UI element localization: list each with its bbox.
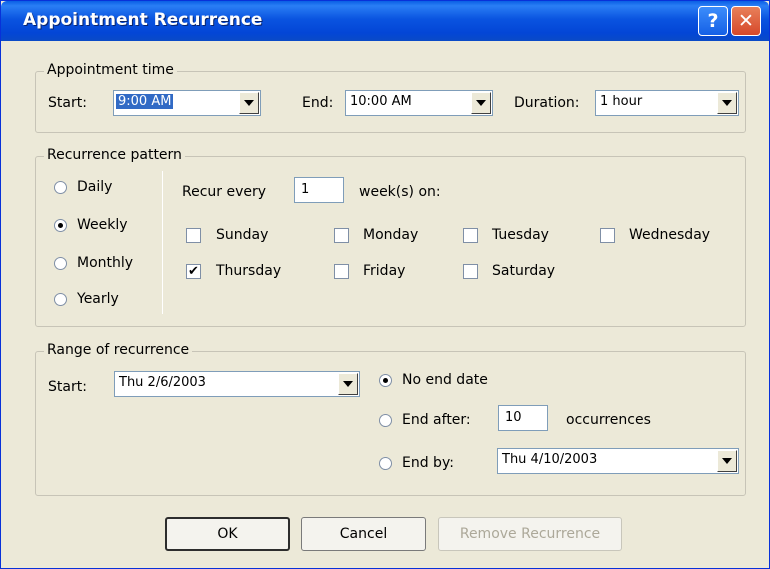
end-time-dropdown-button[interactable] — [471, 92, 491, 114]
end-time-value: 10:00 AM — [350, 94, 412, 109]
recurrence-pattern-legend: Recurrence pattern — [44, 147, 185, 163]
cancel-button-label: Cancel — [339, 526, 388, 542]
cancel-button[interactable]: Cancel — [301, 517, 426, 551]
weekly-label: Weekly — [77, 217, 128, 233]
radio-dot-icon — [58, 223, 63, 228]
yearly-label: Yearly — [77, 291, 119, 307]
end-by-dropdown-button[interactable] — [717, 450, 737, 472]
duration-label: Duration: — [514, 95, 580, 111]
end-after-label: End after: — [402, 412, 471, 428]
sunday-checkbox[interactable] — [186, 228, 201, 243]
appointment-time-legend: Appointment time — [44, 62, 177, 78]
remove-recurrence-button[interactable]: Remove Recurrence — [438, 517, 622, 551]
end-by-radio[interactable] — [379, 457, 392, 470]
title-bar: Appointment Recurrence ? ✕ — [1, 1, 769, 41]
help-button[interactable]: ? — [698, 6, 728, 36]
monday-checkbox[interactable] — [334, 228, 349, 243]
range-start-dropdown-button[interactable] — [338, 373, 358, 395]
start-time-dropdown-button[interactable] — [239, 92, 259, 114]
recur-every-value: 1 — [301, 182, 310, 197]
remove-recurrence-button-label: Remove Recurrence — [459, 526, 601, 542]
monthly-label: Monthly — [77, 255, 134, 271]
thursday-label: Thursday — [216, 263, 282, 279]
close-button[interactable]: ✕ — [731, 6, 761, 36]
thursday-checkbox[interactable]: ✔ — [186, 264, 201, 279]
pattern-divider — [162, 171, 163, 314]
range-start-value: Thu 2/6/2003 — [119, 375, 206, 390]
wednesday-checkbox[interactable] — [600, 228, 615, 243]
daily-label: Daily — [77, 179, 113, 195]
radio-dot-icon — [383, 378, 388, 383]
monday-label: Monday — [363, 227, 419, 243]
saturday-checkbox[interactable] — [463, 264, 478, 279]
ok-button[interactable]: OK — [165, 517, 290, 551]
range-start-label: Start: — [48, 379, 87, 395]
end-by-value: Thu 4/10/2003 — [502, 452, 598, 467]
saturday-label: Saturday — [492, 263, 556, 279]
end-after-input[interactable]: 10 — [498, 405, 548, 431]
chevron-down-icon — [476, 100, 486, 106]
tuesday-label: Tuesday — [492, 227, 549, 243]
friday-checkbox[interactable] — [334, 264, 349, 279]
tuesday-checkbox[interactable] — [463, 228, 478, 243]
chevron-down-icon — [722, 100, 732, 106]
end-after-radio[interactable] — [379, 414, 392, 427]
yearly-radio[interactable] — [54, 293, 67, 306]
recur-every-label: Recur every — [182, 184, 267, 200]
end-by-dropdown[interactable]: Thu 4/10/2003 — [497, 448, 739, 474]
recur-every-input[interactable]: 1 — [294, 177, 344, 203]
sunday-label: Sunday — [216, 227, 269, 243]
end-time-dropdown[interactable]: 10:00 AM — [345, 90, 493, 116]
appointment-recurrence-dialog: Appointment Recurrence ? ✕ Appointment t… — [0, 0, 770, 569]
chevron-down-icon — [244, 100, 254, 106]
end-time-label: End: — [302, 95, 334, 111]
no-end-date-label: No end date — [402, 372, 488, 388]
start-time-value: 9:00 AM — [116, 94, 174, 109]
chevron-down-icon — [343, 381, 353, 387]
duration-dropdown[interactable]: 1 hour — [595, 90, 739, 116]
weeks-on-label: week(s) on: — [359, 184, 441, 200]
end-by-label: End by: — [402, 455, 454, 471]
checkmark-icon: ✔ — [188, 264, 199, 279]
monthly-radio[interactable] — [54, 257, 67, 270]
duration-value: 1 hour — [600, 94, 643, 109]
help-icon: ? — [707, 10, 719, 32]
ok-button-label: OK — [217, 526, 238, 542]
start-time-label: Start: — [48, 95, 87, 111]
end-after-value: 10 — [505, 410, 522, 425]
window-title: Appointment Recurrence — [23, 10, 263, 30]
weekly-radio[interactable] — [54, 219, 67, 232]
friday-label: Friday — [363, 263, 406, 279]
start-time-dropdown[interactable]: 9:00 AM — [113, 90, 261, 116]
no-end-date-radio[interactable] — [379, 374, 392, 387]
close-icon: ✕ — [738, 10, 754, 32]
range-of-recurrence-legend: Range of recurrence — [44, 342, 193, 358]
occurrences-label: occurrences — [566, 412, 651, 428]
duration-dropdown-button[interactable] — [717, 92, 737, 114]
wednesday-label: Wednesday — [629, 227, 711, 243]
daily-radio[interactable] — [54, 181, 67, 194]
range-start-dropdown[interactable]: Thu 2/6/2003 — [114, 371, 360, 397]
chevron-down-icon — [722, 458, 732, 464]
